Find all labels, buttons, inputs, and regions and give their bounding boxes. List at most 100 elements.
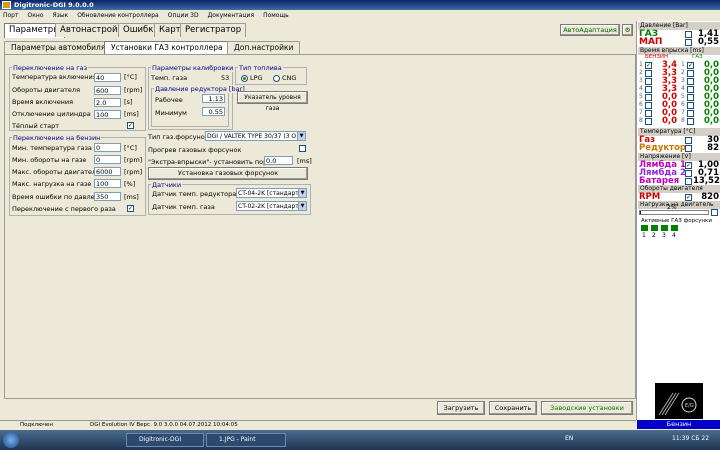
- map-pressure-checkbox[interactable]: [685, 39, 692, 46]
- extra-injection-label: "Экстра-впрыски"- установить порог: [148, 158, 275, 166]
- menu-update[interactable]: Обновление контроллера: [77, 10, 159, 21]
- petrol-injector-checkbox[interactable]: [645, 70, 652, 77]
- gas-injector-checkbox[interactable]: [687, 78, 694, 85]
- cylinder-off-unit: [ms]: [124, 110, 139, 118]
- map-pressure-value: 0,55: [698, 37, 719, 47]
- injector-number: 8: [639, 117, 643, 124]
- language-indicator[interactable]: EN: [565, 435, 573, 442]
- gas-injector-checkbox[interactable]: [687, 70, 694, 77]
- petrol-injection-value: 0,0: [661, 116, 677, 126]
- lpg-radio[interactable]: [241, 75, 248, 82]
- injector-number: 6: [639, 101, 643, 108]
- min-rpm-gas-input[interactable]: 0: [94, 155, 121, 164]
- gas-injector-checkbox[interactable]: [687, 118, 694, 125]
- load-button[interactable]: Загрузить: [437, 401, 485, 415]
- factory-settings-button[interactable]: Заводские установки: [541, 401, 633, 415]
- lambda2-checkbox[interactable]: [685, 170, 692, 177]
- warm-start-checkbox[interactable]: ✓: [127, 122, 134, 129]
- injector-number: 5: [639, 93, 643, 100]
- gas-sensor-select[interactable]: CT-02-2K [стандарт ▼: [236, 201, 307, 211]
- clock: 11:39 CБ 22: [672, 435, 710, 442]
- version-info: DGI Evolution IV Верс. 9.0 3.0.0 04.07.2…: [90, 422, 238, 428]
- taskbar-item-digitronic[interactable]: Digitronic-DGI: [126, 433, 204, 447]
- extra-injection-input[interactable]: 0.0: [264, 156, 293, 165]
- switch-rpm-input[interactable]: 600: [94, 86, 121, 95]
- menu-docs[interactable]: Документация: [208, 10, 254, 21]
- gas-injector-checkbox[interactable]: [687, 102, 694, 109]
- petrol-injector-checkbox[interactable]: [645, 102, 652, 109]
- working-pressure-input[interactable]: 1.13: [202, 94, 225, 103]
- injector-number: 2: [681, 69, 685, 76]
- petrol-injector-checkbox[interactable]: [645, 86, 652, 93]
- reducer-sensor-select[interactable]: CT-04-2K [стандарт ▼: [236, 188, 307, 198]
- menu-options3d[interactable]: Опции 3D: [168, 10, 199, 21]
- menu-language[interactable]: Язык: [52, 10, 68, 21]
- subtab-gas-controller[interactable]: Установки ГАЗ контроллера: [104, 41, 230, 54]
- injector-number: 8: [681, 117, 685, 124]
- cylinder-off-input[interactable]: 100: [94, 110, 121, 119]
- petrol-injector-checkbox[interactable]: [645, 94, 652, 101]
- gas-injector-checkbox[interactable]: [687, 94, 694, 101]
- menu-port[interactable]: Порт: [3, 10, 19, 21]
- first-start-checkbox[interactable]: ✓: [127, 205, 134, 212]
- wrench-icon[interactable]: ⚙: [622, 24, 633, 36]
- max-rpm-unit: [rpm]: [124, 168, 143, 176]
- auto-adapt-button[interactable]: АвтоАдаптация: [560, 24, 620, 36]
- pressure-title: Давление редуктора [bar]: [154, 85, 246, 93]
- gas-temp-checkbox[interactable]: [685, 137, 692, 144]
- gas-pressure-checkbox[interactable]: [685, 31, 692, 38]
- cng-radio[interactable]: [273, 75, 280, 82]
- gas-injector-checkbox[interactable]: [687, 86, 694, 93]
- petrol-injector-checkbox[interactable]: [645, 118, 652, 125]
- injector-type-label: Тип газ.форсунок: [148, 133, 209, 141]
- switch-time-label: Время включения: [12, 98, 74, 106]
- injector-type-select[interactable]: DGI / VALTEK TYPE 30/37 (3 O ▼: [205, 131, 306, 141]
- rpm-checkbox[interactable]: ✓: [685, 194, 692, 201]
- tab-recorder[interactable]: Регистратор: [180, 23, 247, 37]
- battery-checkbox[interactable]: [685, 178, 692, 185]
- injector-number: 1: [681, 61, 685, 68]
- injector-number: 4: [672, 232, 676, 239]
- min-pressure-input[interactable]: 0.55: [202, 107, 225, 116]
- subtab-vehicle[interactable]: Параметры автомобиля: [4, 41, 113, 54]
- min-gas-temp-input[interactable]: 0: [94, 143, 121, 152]
- gas-level-button[interactable]: Указатель уровня газа: [237, 91, 308, 112]
- petrol-injector-checkbox[interactable]: [645, 78, 652, 85]
- switch-temp-input[interactable]: 40: [94, 73, 121, 82]
- switch-time-input[interactable]: 2.0: [94, 98, 121, 107]
- switch-rpm-label: Обороты двигателя: [12, 86, 80, 94]
- injector-number: 7: [639, 109, 643, 116]
- start-button[interactable]: [3, 432, 19, 448]
- lambda1-checkbox[interactable]: ✓: [685, 162, 692, 169]
- cylinder-off-label: Отключение цилиндра: [12, 110, 91, 118]
- menu-window[interactable]: Окно: [28, 10, 44, 21]
- gas-injector-checkbox[interactable]: [687, 110, 694, 117]
- petrol-injector-checkbox[interactable]: ✓: [645, 62, 652, 69]
- menu-help[interactable]: Помощь: [263, 10, 289, 21]
- switch-temp-unit: [°C]: [124, 73, 137, 81]
- switch-time-unit: [s]: [124, 98, 133, 106]
- max-load-input[interactable]: 100: [94, 179, 121, 188]
- injector-type-value: DGI / VALTEK TYPE 30/37 (3 O: [207, 133, 297, 140]
- pressure-error-input[interactable]: 350: [94, 192, 121, 201]
- save-button[interactable]: Сохранить: [489, 401, 537, 415]
- max-rpm-input[interactable]: 6000: [94, 167, 121, 176]
- connection-status: Подключен: [20, 422, 53, 428]
- min-rpm-gas-unit: [rpm]: [124, 156, 143, 164]
- min-rpm-gas-label: Мин. обороты на газе: [12, 156, 87, 164]
- max-load-label: Макс. нагрузка на газе: [12, 180, 92, 188]
- reducer-temp-checkbox[interactable]: [685, 145, 692, 152]
- petrol-injector-checkbox[interactable]: [645, 110, 652, 117]
- menu-bar: Порт Окно Язык Обновление контроллера Оп…: [0, 10, 720, 21]
- install-injectors-button[interactable]: Установка газовых форсунок: [148, 167, 308, 180]
- gas-temp-value: 53: [221, 74, 230, 82]
- taskbar-item-paint[interactable]: 1.JPG - Paint: [206, 433, 286, 447]
- sensors-title: Датчики: [151, 181, 183, 189]
- load-bar-fill: [640, 211, 642, 214]
- injector-heating-checkbox[interactable]: [299, 145, 306, 152]
- gas-injector-checkbox[interactable]: ✓: [687, 62, 694, 69]
- load-checkbox[interactable]: [711, 209, 718, 216]
- injector-icon: [651, 225, 658, 231]
- fuel-type-title: Тип топлива: [238, 64, 283, 72]
- subtab-additional[interactable]: Доп.настройки: [227, 41, 301, 54]
